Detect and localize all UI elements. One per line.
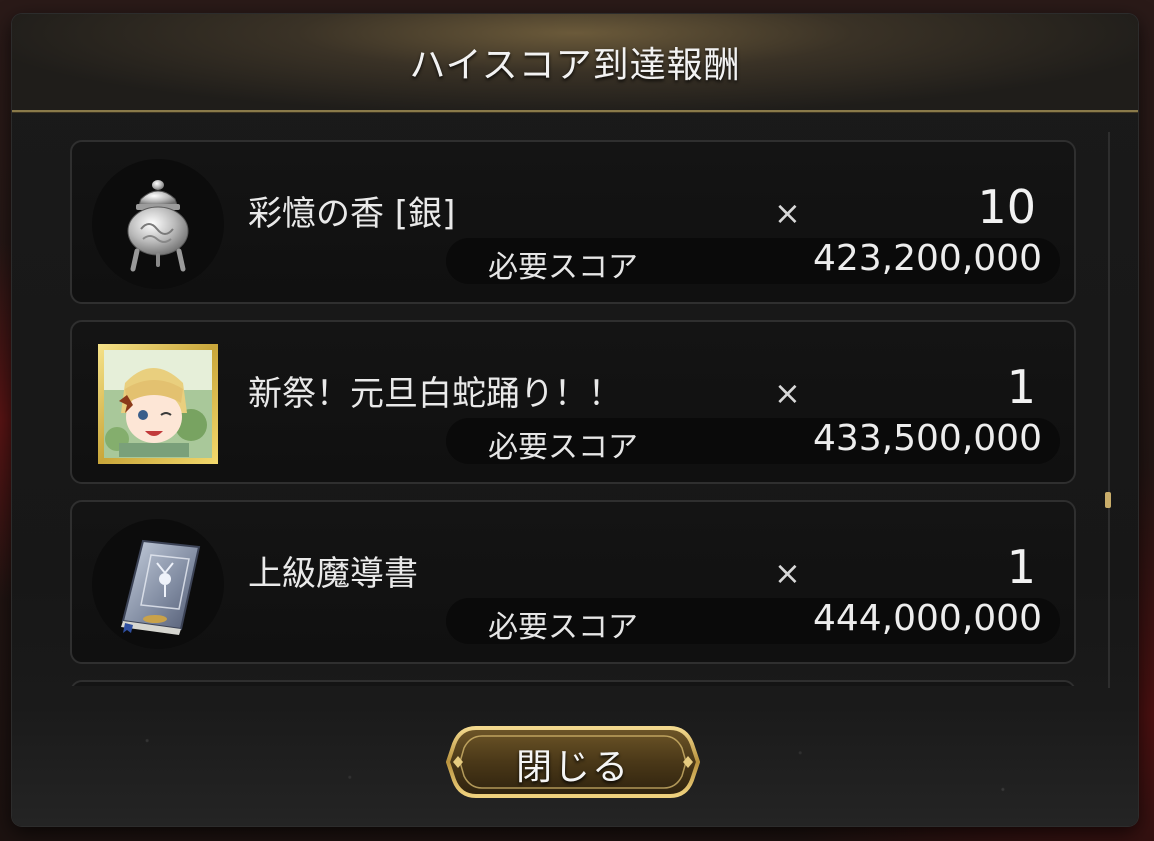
reward-name: 彩憶の香 [銀]: [248, 194, 456, 234]
reward-quantity: 10: [977, 180, 1036, 234]
required-score-value: 433,500,000: [812, 418, 1042, 459]
required-score-value: 444,000,000: [812, 598, 1042, 639]
multiply-sign: ×: [774, 374, 801, 412]
scroll-track: [1108, 132, 1110, 688]
close-button[interactable]: 閉じる: [446, 714, 700, 810]
scrollbar[interactable]: [1094, 132, 1111, 688]
reward-name: 新祭！元旦白蛇踊り！！: [248, 374, 622, 414]
dialog-header: ハイスコア到達報酬: [12, 14, 1138, 112]
required-score-label: 必要スコア: [488, 430, 638, 465]
reward-quantity: 1: [1006, 360, 1036, 414]
reward-row: 彩憶の香 [銀] × 10 必要スコア 423,200,000: [70, 140, 1076, 304]
reward-row: 上級魔導書 × 1 必要スコア 444,000,000: [70, 500, 1076, 664]
required-score-bar: 必要スコア 433,500,000: [446, 418, 1060, 465]
multiply-sign: ×: [774, 194, 801, 232]
dialog-title: ハイスコア到達報酬: [409, 45, 741, 86]
required-score-bar: 必要スコア 423,200,000: [446, 238, 1060, 285]
silver-incense-burner-icon: [92, 159, 224, 289]
spellbook-icon: [92, 519, 224, 649]
character-card-icon: [92, 339, 224, 469]
reward-row: 新祭！元旦白蛇踊り！！ × 1 必要スコア 433,500,000: [70, 320, 1076, 484]
reward-dialog: ハイスコア到達報酬 彩憶の香 [銀] × 10 必要スコア 423,200,00…: [12, 14, 1138, 826]
close-button-label: 閉じる: [515, 747, 630, 788]
required-score-value: 423,200,000: [812, 238, 1042, 279]
required-score-label: 必要スコア: [488, 250, 638, 285]
required-score-label: 必要スコア: [488, 610, 638, 645]
reward-list[interactable]: 彩憶の香 [銀] × 10 必要スコア 423,200,000 新祭！元旦白蛇踊…: [68, 140, 1080, 686]
required-score-bar: 必要スコア 444,000,000: [446, 598, 1060, 645]
multiply-sign: ×: [774, 554, 801, 592]
reward-name: 上級魔導書: [248, 554, 418, 594]
reward-row-partial: [70, 680, 1076, 686]
scroll-thumb[interactable]: [1105, 492, 1111, 508]
reward-quantity: 1: [1006, 540, 1036, 594]
